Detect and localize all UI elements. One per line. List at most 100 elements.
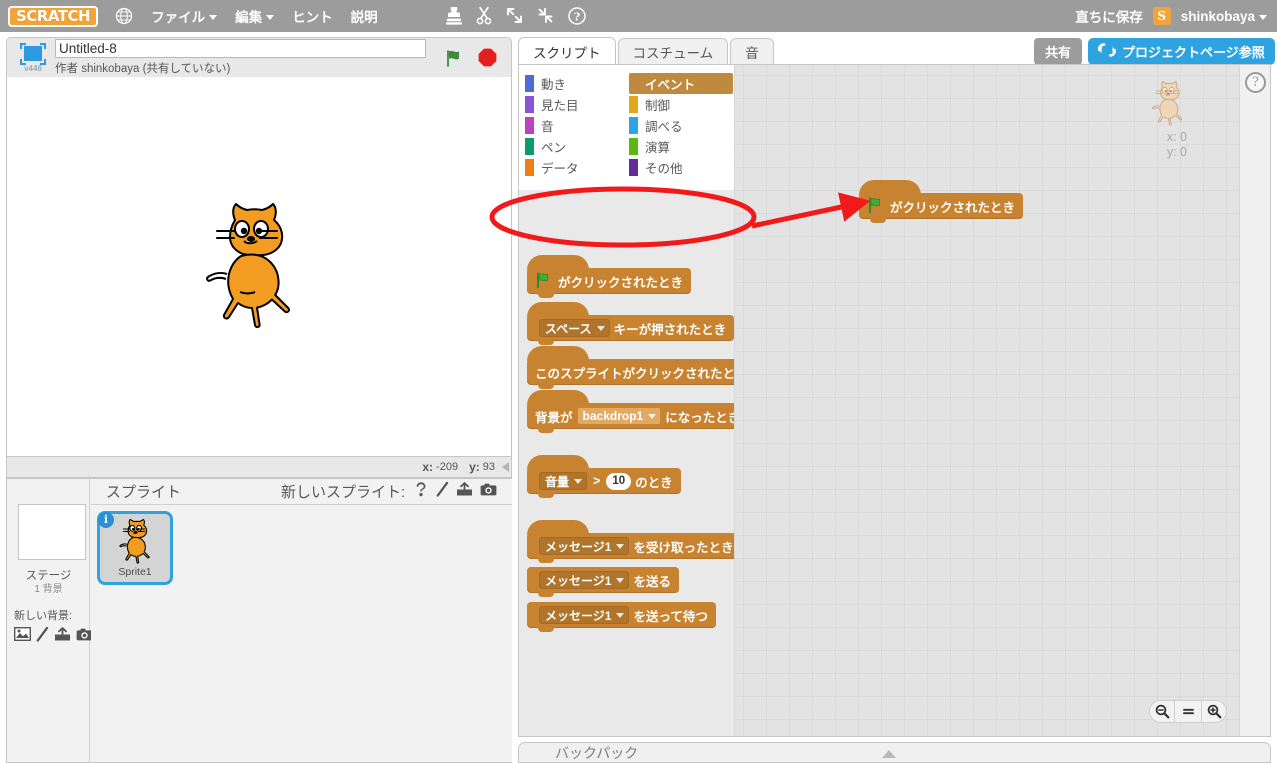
upload-icon[interactable] [456,481,473,502]
save-now-button[interactable]: 直ちに保存 [1075,6,1143,26]
green-flag-icon [867,197,884,216]
chevron-down-icon [596,325,605,331]
stamp-icon[interactable] [446,6,462,25]
shrink-icon[interactable] [537,7,554,24]
sprite-pane: ステージ 1 背景 新しい背景: スプライト 新しいスプライト: i Sprit… [6,478,512,763]
coord-x-label: x: [422,460,434,474]
library-icon[interactable] [13,626,32,646]
category-color-swatch [629,138,638,155]
stop-sign-icon[interactable] [478,48,497,67]
palette-block-when-backdrop-switches[interactable]: 背景が backdrop1 になったとき [527,390,734,433]
category-more-blocks[interactable]: その他 [629,157,733,178]
stage-sprite-cat[interactable] [199,200,314,335]
block-label: がクリックされたとき [558,275,684,290]
tab-sounds[interactable]: 音 [730,38,774,65]
menu-edit[interactable]: 編集 [235,6,275,26]
menu-tips[interactable]: ヒント [292,6,333,26]
paint-icon[interactable] [436,481,449,502]
backdrop-dropdown[interactable]: backdrop1 [576,407,662,425]
menu-about[interactable]: 説明 [351,6,378,26]
script-canvas[interactable]: x: 0 y: 0 がクリックされたとき [735,65,1242,736]
camera-icon[interactable] [480,483,497,501]
palette-block-when-key-pressed[interactable]: スペース キーが押されたとき [527,302,734,345]
key-dropdown[interactable]: スペース [539,319,610,337]
tab-costumes[interactable]: コスチューム [617,38,729,65]
help-icon[interactable]: ? [568,6,586,25]
account-menu[interactable]: shinkobaya [1181,9,1267,24]
threshold-input[interactable]: 10 [606,472,632,490]
category-control[interactable]: 制御 [629,94,733,115]
category-data[interactable]: データ [525,157,629,178]
coord-y-label: y: [469,460,480,474]
globe-icon[interactable] [115,7,133,25]
category-label: その他 [645,162,683,176]
canvas-sprite-y: y: 0 [1166,145,1187,159]
scissors-icon[interactable] [476,6,492,25]
backpack-bar[interactable]: バックパック [518,742,1271,763]
sprite-list-header: スプライト 新しいスプライト: [91,479,512,505]
upload-icon[interactable] [54,626,71,647]
editor-tabs: スクリプト コスチューム 音 [518,37,774,65]
chevron-up-icon[interactable] [882,750,896,758]
question-mark-icon[interactable]: ? [1245,72,1266,93]
palette-block-when-sprite-clicked[interactable]: このスプライトがクリックされたとき [527,346,734,389]
paint-icon[interactable] [36,626,49,647]
project-title-input[interactable] [55,39,426,58]
grow-icon[interactable] [506,7,523,24]
project-page-button[interactable]: プロジェクトページ参照 [1088,38,1275,65]
palette-block-when-greater-than[interactable]: 音量 > 10 のとき [527,455,681,498]
chevron-down-icon [266,14,275,20]
menu-file[interactable]: ファイル [151,6,218,26]
key-dropdown-value: スペース [545,321,592,336]
canvas-sprite-coords: x: 0 y: 0 [1167,130,1187,160]
category-motion[interactable]: 動き [525,73,629,94]
category-operators[interactable]: 演算 [629,136,733,157]
message-dropdown[interactable]: メッセージ1 [539,537,630,555]
coord-x-value: -209 [436,461,459,473]
block-label-after: を送る [633,574,671,589]
zoom-out-icon[interactable] [1149,700,1175,723]
new-backdrop-label: 新しい背景: [14,610,73,622]
fullscreen-stage-icon[interactable] [20,42,46,65]
message-dropdown[interactable]: メッセージ1 [539,606,630,624]
editor-tool-icons: ? [446,6,586,25]
sprite-card-sprite1[interactable]: i Sprite1 [97,511,173,585]
zoom-in-icon[interactable] [1201,700,1227,723]
sensor-dropdown[interactable]: 音量 [539,472,588,490]
message-dropdown[interactable]: メッセージ1 [539,571,630,589]
category-pen[interactable]: ペン [525,136,629,157]
stage-backdrop-count: 1 背景 [34,584,63,595]
palette-scroll-area[interactable]: がクリックされたとき スペース キーが押されたとき このスプライトがクリックされ… [519,190,734,736]
tab-scripts[interactable]: スクリプト [518,37,616,65]
green-flag-icon[interactable] [444,48,464,68]
sensor-dropdown-value: 音量 [545,474,570,489]
scratch-logo[interactable]: SCRATCH [8,5,99,27]
category-looks[interactable]: 見た目 [525,94,629,115]
block-label-after: のとき [635,475,673,490]
canvas-block-when-flag-clicked[interactable]: がクリックされたとき [859,180,1024,223]
category-label: 演算 [645,141,671,155]
category-sound[interactable]: 音 [525,115,629,136]
chevron-down-icon [616,612,625,618]
category-events[interactable]: イベント [629,73,733,94]
collapse-stage-arrow-icon[interactable] [502,462,509,472]
version-label: v446 [24,63,42,73]
stage-selector-column[interactable]: ステージ 1 背景 新しい背景: [7,479,93,762]
user-avatar[interactable]: S [1152,7,1171,25]
category-label: 見た目 [541,99,579,113]
stage-canvas[interactable] [6,77,512,457]
block-label-after: を送って待つ [633,609,708,624]
operator-label: > [593,474,601,488]
share-button[interactable]: 共有 [1034,38,1083,65]
category-sensing[interactable]: 調べる [629,115,733,136]
palette-block-when-flag-clicked[interactable]: がクリックされたとき [527,255,692,298]
library-icon[interactable] [413,481,429,502]
palette-block-broadcast[interactable]: メッセージ1 を送る [527,567,679,597]
palette-block-when-i-receive[interactable]: メッセージ1 を受け取ったとき [527,520,734,563]
palette-block-broadcast-and-wait[interactable]: メッセージ1 を送って待つ [527,602,716,632]
menubar-right: 直ちに保存 S shinkobaya [1075,0,1267,32]
stage-thumbnail[interactable] [18,504,86,560]
category-color-swatch [525,96,534,113]
category-grid: 動き イベント 見た目 制御 音 調べる ペン 演算 データ その他 [525,73,733,178]
zoom-reset-icon[interactable] [1175,700,1201,723]
